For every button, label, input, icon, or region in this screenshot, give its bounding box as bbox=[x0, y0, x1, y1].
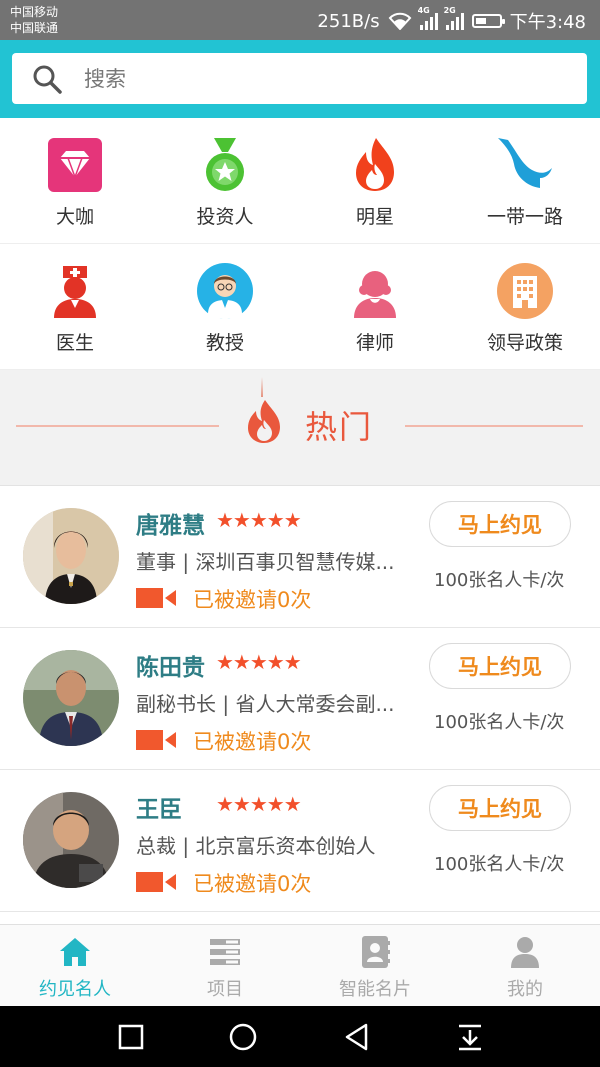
doctor-icon bbox=[54, 266, 96, 318]
person-title: 副秘书长 | 省人大常委会副... bbox=[136, 692, 395, 716]
list-item[interactable]: 唐雅慧 ★★★★★ 董事 | 深圳百事贝智慧传媒... 已被邀请0次 马上约见 … bbox=[0, 486, 600, 628]
price-label: 100张名人卡/次 bbox=[434, 570, 565, 591]
invite-count: 已被邀请0次 bbox=[193, 872, 312, 896]
category-label: 医生 bbox=[55, 332, 94, 354]
person-name: 陈田贵 bbox=[136, 655, 205, 681]
hot-section-header: 热门 bbox=[0, 370, 600, 486]
category-label: 领导政策 bbox=[486, 332, 563, 354]
person-title: 总裁 | 北京富乐资本创始人 bbox=[136, 834, 376, 858]
tab-label: 我的 bbox=[507, 979, 543, 1000]
category-investor[interactable]: 投资人 bbox=[150, 118, 300, 243]
category-row: 大咖 投资人 明星 一带一路 bbox=[0, 118, 600, 244]
flame-icon bbox=[356, 138, 394, 191]
bottom-tab-bar: 约见名人 项目 智能名片 我的 bbox=[0, 924, 600, 1006]
tab-me[interactable]: 我的 bbox=[450, 925, 600, 1006]
home-button-icon[interactable] bbox=[228, 1022, 258, 1052]
list-icon bbox=[210, 939, 240, 965]
avatar bbox=[23, 508, 119, 604]
meet-now-button[interactable]: 马上约见 bbox=[429, 643, 571, 689]
category-label: 明星 bbox=[355, 206, 394, 228]
system-nav-bar bbox=[0, 1006, 600, 1067]
rating-stars: ★★★★★ bbox=[216, 792, 302, 816]
avatar bbox=[23, 650, 119, 746]
category-label: 投资人 bbox=[196, 206, 254, 228]
category-belt-road[interactable]: 一带一路 bbox=[450, 118, 600, 243]
signal-4g-icon: 4G bbox=[418, 6, 438, 30]
tab-label: 项目 bbox=[207, 979, 243, 1000]
category-star[interactable]: 明星 bbox=[300, 118, 450, 243]
carrier-1: 中国移动 bbox=[10, 5, 59, 19]
signal-2g-icon: 2G bbox=[444, 6, 464, 30]
list-item[interactable]: 王臣 ★★★★★ 总裁 | 北京富乐资本创始人 已被邀请0次 马上约见 100张… bbox=[0, 770, 600, 912]
celebrity-list: 唐雅慧 ★★★★★ 董事 | 深圳百事贝智慧传媒... 已被邀请0次 马上约见 … bbox=[0, 486, 600, 912]
lawyer-icon bbox=[354, 271, 396, 318]
tab-smart-card[interactable]: 智能名片 bbox=[300, 925, 450, 1006]
carrier-2: 中国联通 bbox=[10, 21, 59, 35]
search-bar bbox=[0, 40, 600, 118]
spark-decoration bbox=[261, 377, 263, 397]
rating-stars: ★★★★★ bbox=[216, 508, 302, 532]
contact-card-icon bbox=[362, 936, 390, 968]
home-icon bbox=[60, 938, 90, 966]
status-indicators: 251B/s 4G 2G 下午3:48 bbox=[317, 6, 586, 34]
notification-pull-icon[interactable] bbox=[455, 1022, 485, 1052]
rating-stars: ★★★★★ bbox=[216, 650, 302, 674]
price-label: 100张名人卡/次 bbox=[434, 712, 565, 733]
meet-now-button[interactable]: 马上约见 bbox=[429, 785, 571, 831]
network-speed: 251B/s bbox=[317, 10, 380, 32]
search-icon bbox=[33, 65, 62, 94]
back-icon[interactable] bbox=[342, 1022, 372, 1052]
meet-now-button[interactable]: 马上约见 bbox=[429, 501, 571, 547]
diamond-icon bbox=[48, 138, 102, 192]
divider bbox=[16, 425, 219, 427]
invite-count: 已被邀请0次 bbox=[193, 588, 312, 612]
category-lawyer[interactable]: 律师 bbox=[300, 244, 450, 369]
carrier-labels: 中国移动 中国联通 bbox=[10, 4, 58, 36]
person-name: 王臣 bbox=[136, 797, 182, 823]
status-bar: 中国移动 中国联通 251B/s 4G 2G 下午3:48 bbox=[0, 0, 600, 40]
video-icon bbox=[136, 872, 176, 892]
video-icon bbox=[136, 588, 176, 608]
price-label: 100张名人卡/次 bbox=[434, 854, 565, 875]
category-dake[interactable]: 大咖 bbox=[0, 118, 150, 243]
tab-label: 智能名片 bbox=[339, 979, 411, 1000]
search-input[interactable] bbox=[84, 66, 524, 91]
tab-meet-celebrities[interactable]: 约见名人 bbox=[0, 925, 150, 1006]
category-label: 律师 bbox=[355, 332, 394, 354]
flame-icon bbox=[248, 400, 280, 443]
invite-count: 已被邀请0次 bbox=[193, 730, 312, 754]
list-item[interactable]: 陈田贵 ★★★★★ 副秘书长 | 省人大常委会副... 已被邀请0次 马上约见 … bbox=[0, 628, 600, 770]
category-label: 大咖 bbox=[55, 206, 94, 228]
tab-projects[interactable]: 项目 bbox=[150, 925, 300, 1006]
person-name: 唐雅慧 bbox=[136, 513, 205, 539]
avatar bbox=[23, 792, 119, 888]
search-box[interactable] bbox=[12, 53, 587, 104]
battery-icon bbox=[471, 14, 505, 28]
hot-title: 热门 bbox=[305, 408, 374, 446]
category-professor[interactable]: 教授 bbox=[150, 244, 300, 369]
tab-label: 约见名人 bbox=[39, 979, 111, 1000]
recent-apps-icon[interactable] bbox=[116, 1022, 146, 1052]
wifi-icon bbox=[388, 12, 411, 30]
category-doctor[interactable]: 医生 bbox=[0, 244, 150, 369]
building-icon bbox=[497, 263, 553, 319]
user-icon bbox=[511, 937, 539, 968]
route-icon bbox=[498, 138, 552, 188]
person-title: 董事 | 深圳百事贝智慧传媒... bbox=[136, 550, 395, 574]
clock: 下午3:48 bbox=[509, 12, 586, 33]
category-label: 一带一路 bbox=[486, 206, 563, 228]
category-grid: 大咖 投资人 明星 一带一路 医生 教授 律师 领导政策 bbox=[0, 118, 600, 370]
category-label: 教授 bbox=[205, 332, 244, 354]
category-leadership-policy[interactable]: 领导政策 bbox=[450, 244, 600, 369]
professor-icon bbox=[197, 263, 253, 319]
divider bbox=[405, 425, 583, 427]
medal-icon bbox=[206, 138, 244, 191]
category-row: 医生 教授 律师 领导政策 bbox=[0, 244, 600, 370]
video-icon bbox=[136, 730, 176, 750]
